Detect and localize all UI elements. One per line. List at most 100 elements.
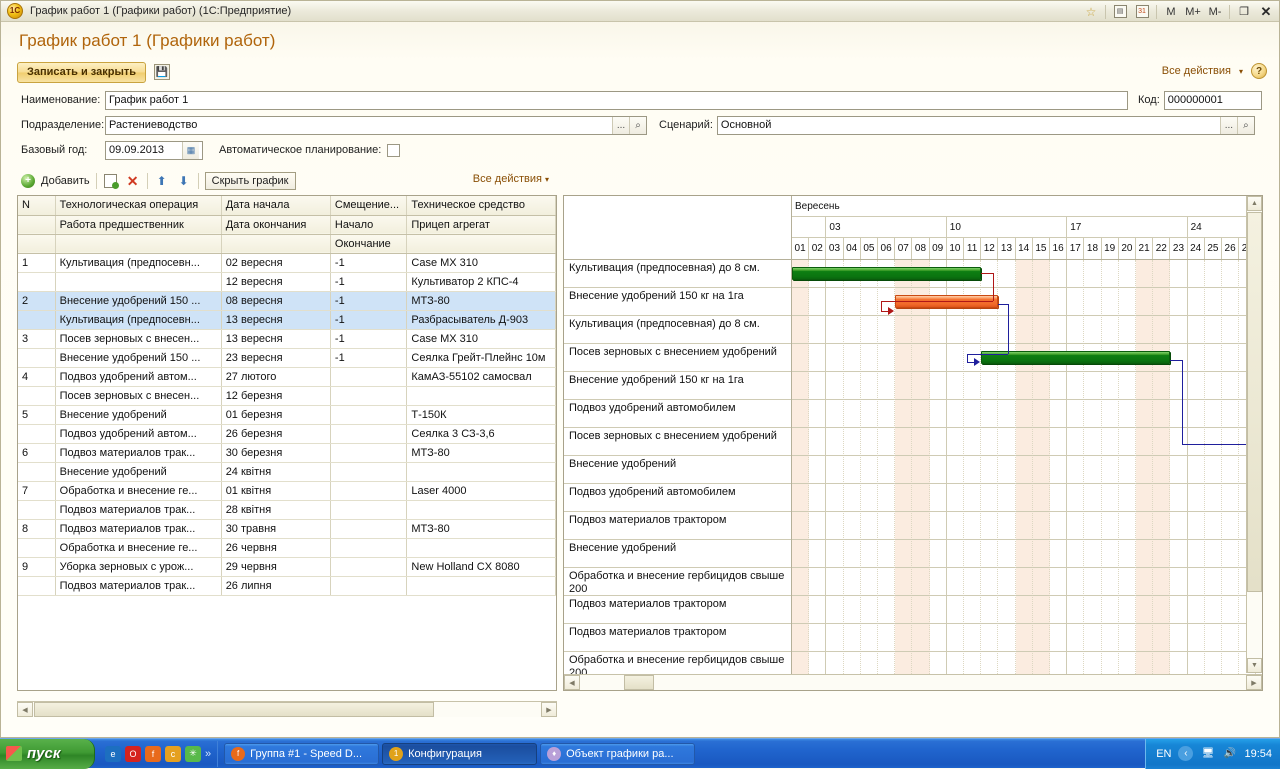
th-offset-end[interactable]: Окончание <box>330 234 408 254</box>
division-input[interactable]: Растениеводство ... ⌕ <box>105 115 647 135</box>
move-up-icon[interactable]: ⬆ <box>154 173 170 189</box>
cell-tech[interactable]: New Holland CX 8080 <box>406 557 556 577</box>
all-actions-menu[interactable]: Все действия <box>1162 65 1231 77</box>
table-row[interactable]: Внесение удобрений 150 ... 23 вересня -1 Се… <box>18 348 556 368</box>
cell-tech[interactable]: Разбрасыватель Д-903 <box>406 310 556 330</box>
chevron-down-icon[interactable]: ▾ <box>1239 67 1243 76</box>
cell-offset[interactable] <box>330 443 408 463</box>
cell-operation[interactable]: Внесение удобрений 150 ... <box>55 291 222 311</box>
table-row[interactable]: Посев зерновых с внесен... 12 березня <box>18 386 556 406</box>
cell-operation[interactable]: Обработка и внесение ге... <box>55 481 222 501</box>
gantt-task-label[interactable]: Внесение удобрений <box>564 456 791 484</box>
table-row[interactable]: Подвоз материалов трак... 28 квітня <box>18 500 556 520</box>
misc-icon[interactable]: ✳ <box>185 745 201 762</box>
taskbar-task[interactable]: f Группа #1 - Speed D... <box>224 742 380 765</box>
table-scroll-thumb[interactable] <box>34 702 434 717</box>
close-window-button[interactable]: ✕ <box>1255 2 1277 21</box>
cell-tech[interactable] <box>406 538 556 558</box>
help-icon[interactable]: ? <box>1251 63 1267 79</box>
table-row[interactable]: 1 Культивация (предпосевн... 02 вересня -1 C… <box>18 253 556 273</box>
cell-number[interactable] <box>18 310 56 330</box>
table-row[interactable]: 5 Внесение удобрений 01 березня Т-150К <box>18 405 556 425</box>
cell-date[interactable]: 26 березня <box>221 424 331 444</box>
cell-date[interactable]: 28 квітня <box>221 500 331 520</box>
auto-plan-checkbox[interactable] <box>387 143 401 157</box>
scroll-left-button[interactable]: ◀ <box>17 702 33 717</box>
table-row[interactable]: 6 Подвоз материалов трак... 30 березня МТЗ-… <box>18 443 556 463</box>
cell-tech[interactable]: МТЗ-80 <box>406 291 556 311</box>
cell-number[interactable]: 8 <box>18 519 56 539</box>
opera-icon[interactable]: O <box>125 745 141 762</box>
gantt-task-label[interactable]: Подвоз удобрений автомобилем <box>564 400 791 428</box>
cell-tech[interactable]: МТЗ-80 <box>406 443 556 463</box>
division-search-icon[interactable]: ⌕ <box>629 116 646 134</box>
cell-date[interactable]: 29 червня <box>221 557 331 577</box>
cell-date[interactable]: 12 вересня <box>221 272 331 292</box>
cell-tech[interactable]: Сеялка Грейт-Плейнс 10м <box>406 348 556 368</box>
gantt-task-label[interactable]: Обработка и внесение гербицидов свыше 20… <box>564 568 791 596</box>
cell-number[interactable]: 3 <box>18 329 56 349</box>
gantt-scroll-down-button[interactable]: ▼ <box>1247 658 1262 673</box>
cell-number[interactable] <box>18 576 56 596</box>
th-offset[interactable]: Смещение... <box>330 196 408 216</box>
cell-number[interactable] <box>18 348 56 368</box>
gantt-horizontal-thumb[interactable] <box>624 675 654 690</box>
gantt-scroll-right-button[interactable]: ▶ <box>1246 675 1262 690</box>
cell-operation[interactable]: Внесение удобрений <box>55 405 222 425</box>
cell-tech[interactable]: Сеялка 3 СЗ-3,6 <box>406 424 556 444</box>
cell-offset[interactable] <box>330 386 408 406</box>
memory-m-button[interactable]: M <box>1160 2 1182 21</box>
cell-tech[interactable]: Laser 4000 <box>406 481 556 501</box>
gantt-task-label[interactable]: Внесение удобрений 150 кг на 1га <box>564 372 791 400</box>
cell-number[interactable]: 2 <box>18 291 56 311</box>
chrome-icon[interactable]: c <box>165 745 181 762</box>
cell-tech[interactable] <box>406 500 556 520</box>
gantt-task-label[interactable]: Культивация (предпосевная) до 8 см. <box>564 260 791 288</box>
base-year-input[interactable]: 09.09.2013 ▦ <box>105 140 203 160</box>
volume-icon[interactable]: 🔊 <box>1222 746 1237 761</box>
cell-offset[interactable]: -1 <box>330 291 408 311</box>
gantt-bar[interactable] <box>792 267 982 280</box>
division-select-button[interactable]: ... <box>612 116 629 134</box>
calendar-icon[interactable]: 31 <box>1131 2 1153 21</box>
calculator-icon[interactable]: ▤ <box>1109 2 1131 21</box>
cell-operation[interactable]: Подвоз материалов трак... <box>55 519 222 539</box>
save-icon[interactable]: 💾 <box>154 64 171 80</box>
table-row[interactable]: Подвоз удобрений автом... 26 березня Сеялк… <box>18 424 556 444</box>
cell-offset[interactable] <box>330 519 408 539</box>
cell-number[interactable]: 6 <box>18 443 56 463</box>
network-icon[interactable]: 🖥 <box>1200 746 1215 761</box>
cell-operation[interactable]: Подвоз удобрений автом... <box>55 367 222 387</box>
th-operation[interactable]: Технологическая операция <box>55 196 222 216</box>
cell-operation[interactable]: Подвоз удобрений автом... <box>55 424 222 444</box>
cell-offset[interactable]: -1 <box>330 272 408 292</box>
cell-offset[interactable] <box>330 367 408 387</box>
restore-window-button[interactable]: ❐ <box>1233 2 1255 21</box>
cell-operation[interactable]: Посев зерновых с внесен... <box>55 386 222 406</box>
cell-date[interactable]: 01 квітня <box>221 481 331 501</box>
cell-date[interactable]: 26 липня <box>221 576 331 596</box>
th-predecessor[interactable]: Работа предшественник <box>55 215 222 235</box>
gantt-vertical-thumb[interactable] <box>1247 212 1262 592</box>
cell-offset[interactable] <box>330 424 408 444</box>
gantt-task-label[interactable]: Подвоз материалов трактором <box>564 596 791 624</box>
table-row[interactable]: 12 вересня -1 Культиватор 2 КПС-4 <box>18 272 556 292</box>
cell-tech[interactable] <box>406 462 556 482</box>
cell-number[interactable] <box>18 462 56 482</box>
move-down-icon[interactable]: ⬇ <box>176 173 192 189</box>
cell-offset[interactable]: -1 <box>330 348 408 368</box>
table-row[interactable]: 8 Подвоз материалов трак... 30 травня МТЗ-8… <box>18 519 556 539</box>
cell-date[interactable]: 24 квітня <box>221 462 331 482</box>
table-row[interactable]: Обработка и внесение ге... 26 червня <box>18 538 556 558</box>
cell-number[interactable] <box>18 386 56 406</box>
cell-offset[interactable] <box>330 405 408 425</box>
cell-offset[interactable] <box>330 481 408 501</box>
th-offset-start[interactable]: Начало <box>330 215 408 235</box>
cell-operation[interactable]: Подвоз материалов трак... <box>55 500 222 520</box>
scenario-input[interactable]: Основной ... ⌕ <box>716 115 1255 135</box>
cell-date[interactable]: 12 березня <box>221 386 331 406</box>
cell-tech[interactable]: КамАЗ-55102 самосвал <box>406 367 556 387</box>
scenario-search-icon[interactable]: ⌕ <box>1236 116 1254 134</box>
cell-number[interactable]: 7 <box>18 481 56 501</box>
copy-row-icon[interactable] <box>103 173 120 189</box>
